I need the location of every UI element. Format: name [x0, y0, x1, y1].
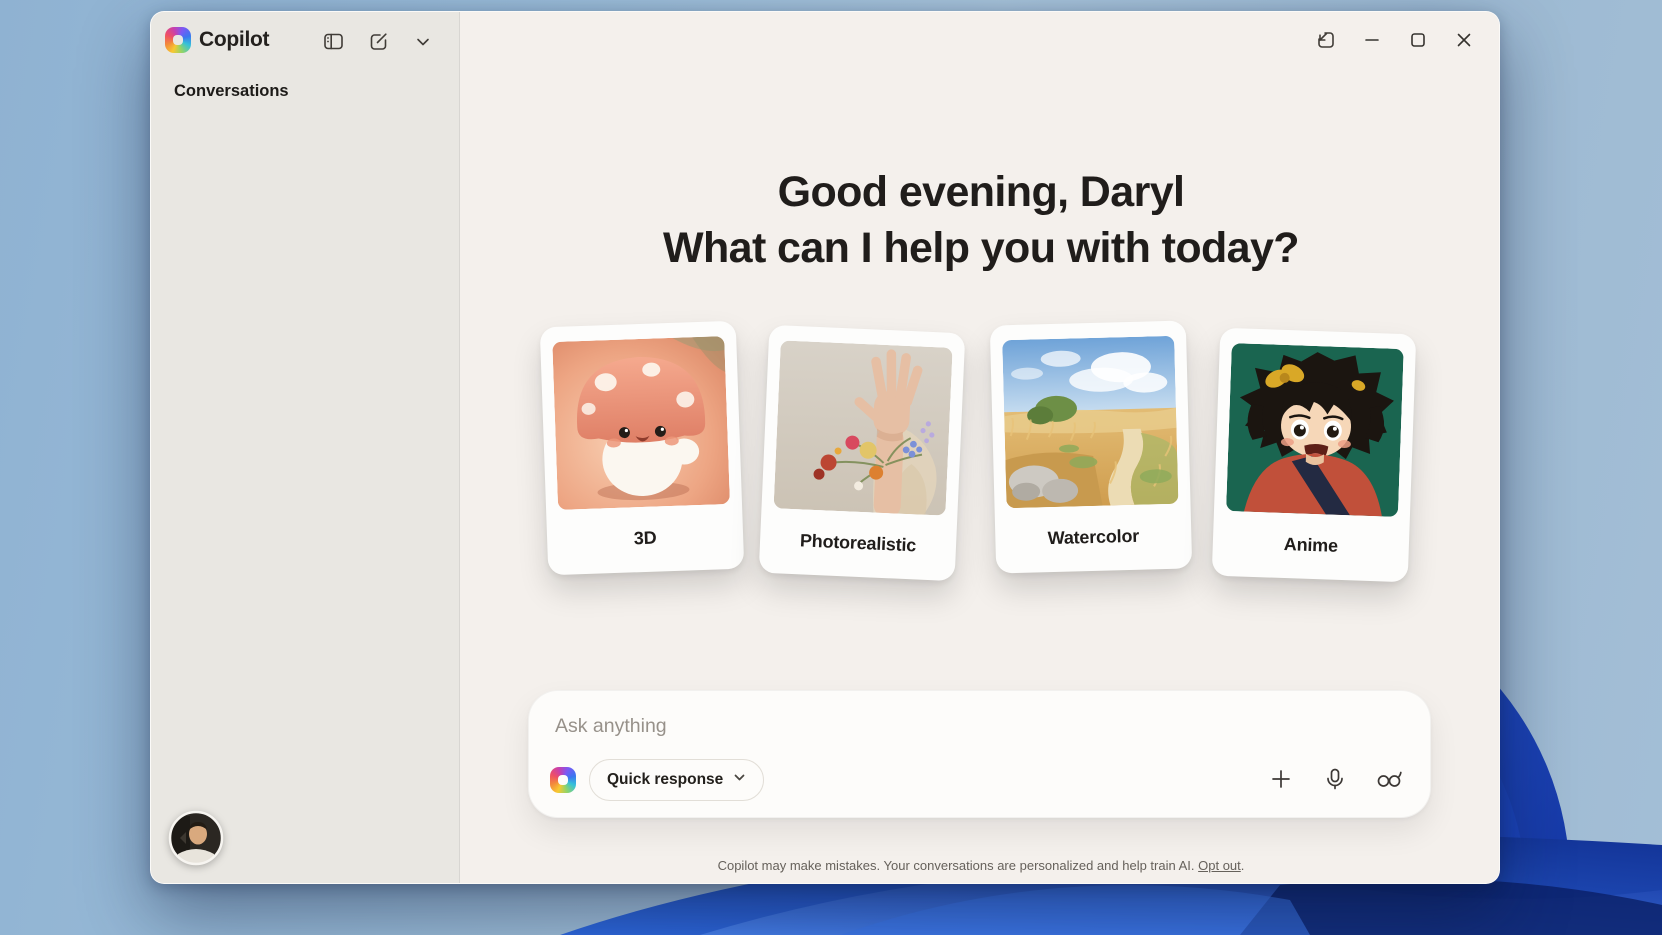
sidebar: Copilot Conversations — [151, 12, 460, 883]
style-card-watercolor-image — [1002, 335, 1179, 509]
sidebar-toggle-icon — [323, 31, 344, 55]
style-card-anime[interactable]: Anime — [1211, 327, 1417, 583]
response-mode-label: Quick response — [607, 771, 724, 788]
style-card-photorealistic[interactable]: Photorealistic — [758, 324, 966, 582]
disclaimer-text: Copilot may make mistakes. Your conversa… — [717, 858, 1195, 873]
response-mode-button[interactable]: Quick response — [589, 759, 765, 801]
new-chat-icon — [368, 31, 389, 55]
app-logo: Copilot — [165, 27, 270, 53]
compact-mode-icon — [1315, 29, 1337, 54]
close-icon — [1453, 29, 1475, 54]
chevron-down-icon — [733, 771, 746, 789]
attach-button[interactable] — [1261, 760, 1301, 800]
style-card-label: Watercolor — [1047, 525, 1140, 548]
footer-disclaimer: Copilot may make mistakes. Your conversa… — [461, 858, 1499, 873]
sidebar-menu-button[interactable] — [409, 29, 437, 57]
minimize-icon — [1361, 29, 1383, 54]
chevron-down-icon — [415, 34, 431, 53]
greeting-line1: Good evening, Daryl — [777, 168, 1185, 216]
style-card-3d-image — [552, 336, 731, 510]
conversations-heading: Conversations — [174, 82, 289, 100]
copilot-vision-button[interactable] — [1369, 760, 1409, 800]
ask-anything-input[interactable] — [555, 709, 1255, 743]
style-card-label: 3D — [633, 527, 657, 548]
style-card-label: Anime — [1283, 533, 1339, 556]
maximize-button[interactable] — [1395, 26, 1441, 56]
microphone-icon — [1323, 767, 1347, 794]
copilot-app-window: Copilot Conversations Good evening, Dary… — [150, 11, 1500, 884]
voice-button[interactable] — [1315, 760, 1355, 800]
greeting: Good evening, Daryl What can I help you … — [461, 164, 1499, 276]
style-card-watercolor[interactable]: Watercolor — [989, 320, 1193, 574]
composer: Quick response — [528, 690, 1431, 818]
minimize-button[interactable] — [1349, 26, 1395, 56]
disclaimer-period: . — [1240, 858, 1245, 873]
new-chat-button[interactable] — [364, 29, 392, 57]
copilot-logo-icon — [550, 767, 576, 793]
desktop: Copilot Conversations Good evening, Dary… — [0, 0, 1662, 935]
maximize-icon — [1407, 29, 1429, 54]
style-card-label: Photorealistic — [799, 529, 917, 555]
sidebar-toggle-button[interactable] — [319, 29, 347, 57]
main-area: Good evening, Daryl What can I help you … — [461, 12, 1499, 883]
plus-icon — [1269, 767, 1293, 794]
greeting-line2: What can I help you with today? — [663, 224, 1300, 272]
opt-out-link[interactable]: Opt out — [1198, 858, 1241, 873]
close-button[interactable] — [1441, 26, 1487, 56]
style-card-photorealistic-image — [773, 340, 953, 516]
style-card-3d[interactable]: 3D — [539, 320, 745, 576]
window-controls — [1303, 26, 1487, 56]
copilot-vision-icon — [1376, 767, 1402, 794]
user-avatar[interactable] — [168, 810, 224, 866]
app-title: Copilot — [199, 28, 270, 51]
copilot-logo-icon — [165, 27, 191, 53]
compact-mode-button[interactable] — [1303, 26, 1349, 56]
style-card-anime-image — [1225, 343, 1404, 517]
